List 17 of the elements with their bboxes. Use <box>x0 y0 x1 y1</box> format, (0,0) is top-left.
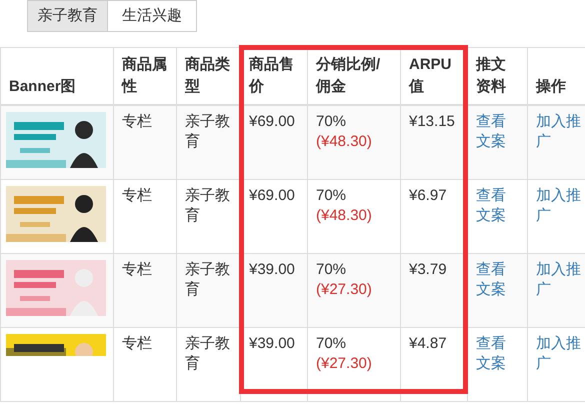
commission-text: (¥27.30) <box>316 354 373 374</box>
table-cell: 专栏 <box>114 327 176 401</box>
tab[interactable]: 亲子教育 <box>27 0 108 32</box>
table-cell: ¥39.00 <box>240 327 308 401</box>
ratio-text: 70% <box>316 334 348 354</box>
ratio-text: 70% <box>316 186 348 206</box>
table-cell: 专栏 <box>114 179 176 253</box>
table-cell: 专栏 <box>114 105 176 179</box>
commission-text: (¥48.30) <box>316 132 373 152</box>
commission-text: (¥27.30) <box>316 280 373 300</box>
commission-text: (¥48.30) <box>316 206 373 226</box>
table-cell: 专栏 <box>114 253 176 327</box>
ratio-text: 70% <box>316 112 348 132</box>
ratio-text: 70% <box>316 260 348 280</box>
tab[interactable]: 生活兴趣 <box>107 0 197 32</box>
table-cell: 亲子教育 <box>176 253 240 327</box>
table-cell: 亲子教育 <box>176 105 240 179</box>
